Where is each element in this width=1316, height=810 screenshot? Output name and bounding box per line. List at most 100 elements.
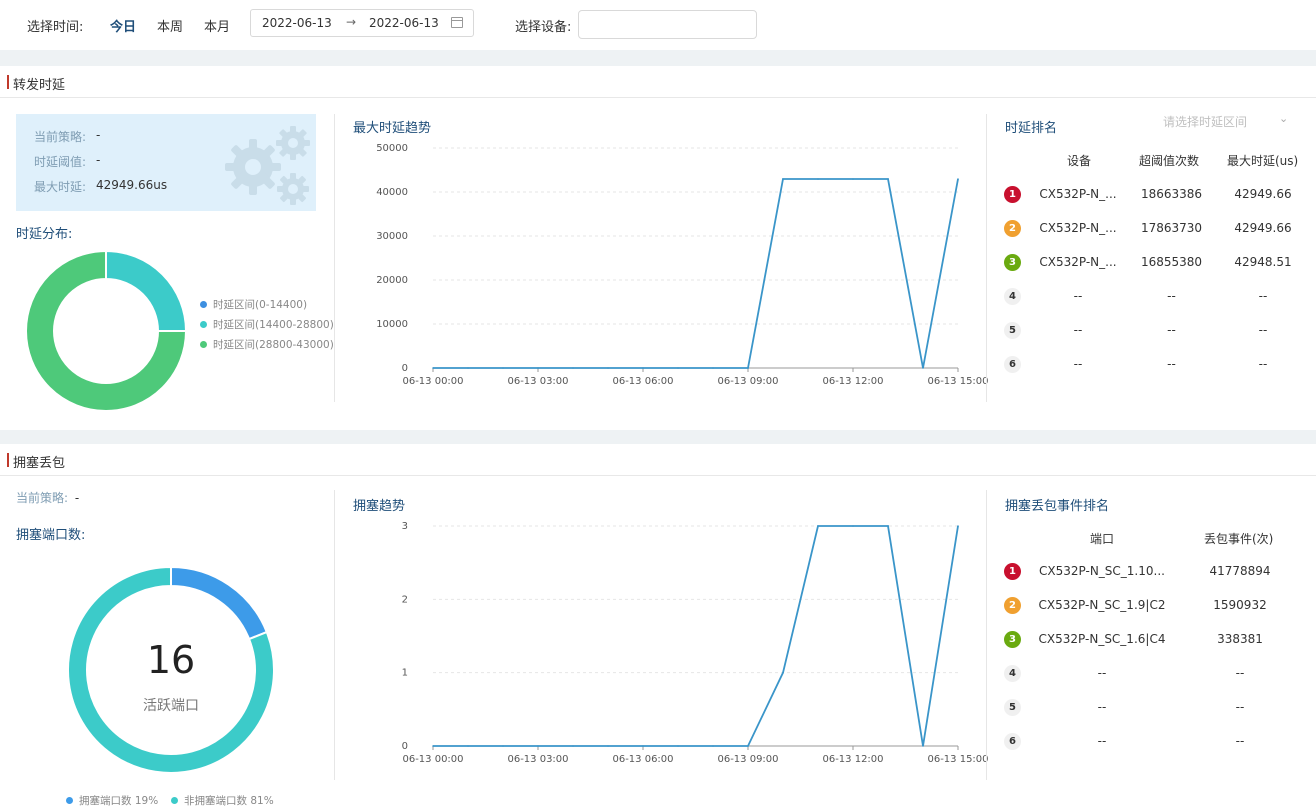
x-tick-label: 06-13 06:00 bbox=[612, 754, 673, 765]
rank-badge: 4 bbox=[1004, 665, 1021, 682]
data-point bbox=[922, 745, 924, 747]
y-tick-label: 1 bbox=[402, 668, 408, 679]
legend-label: 非拥塞端口数 81% bbox=[184, 795, 274, 807]
calendar-icon[interactable] bbox=[451, 17, 463, 28]
tab-week[interactable]: 本周 bbox=[157, 16, 183, 35]
legend-item[interactable]: 时延区间(28800-43000) bbox=[200, 337, 334, 352]
date-end[interactable]: 2022-06-13 bbox=[369, 16, 439, 30]
column-header: 最大时延(us) bbox=[1227, 154, 1299, 168]
congestion-section: 拥塞丢包 当前策略: - 拥塞端口数: 16 活跃端口 拥塞端口数 19% 非拥… bbox=[0, 444, 1316, 810]
device-select-input[interactable] bbox=[578, 10, 757, 39]
rank-max-cell: -- bbox=[1258, 357, 1268, 371]
legend-dot bbox=[200, 320, 207, 328]
rank-events-cell: -- bbox=[1235, 700, 1245, 714]
congestion-policy-row: 当前策略: - bbox=[16, 489, 79, 506]
rank-row[interactable]: 3 CX532P-N_... 16855380 42948.51 bbox=[986, 254, 1296, 288]
data-point bbox=[642, 367, 644, 369]
section-title: 拥塞丢包 bbox=[13, 456, 66, 471]
rank-row[interactable]: 3 CX532P-N_SC_1.6|C4 338381 bbox=[986, 631, 1296, 665]
legend-label: 时延区间(14400-28800) bbox=[213, 319, 334, 331]
congestion-trend-chart: 0 1 2 3 06-13 00:00 06-13 03:00 06-13 06:00 06-… bbox=[402, 521, 989, 765]
latency-ranking-title: 时延排名 bbox=[1005, 121, 1058, 136]
column-header: 设备 bbox=[1067, 154, 1092, 168]
rank-badge: 1 bbox=[1004, 563, 1021, 580]
legend-item[interactable]: 时延区间(0-14400) bbox=[200, 297, 307, 312]
congestion-trend-title: 拥塞趋势 bbox=[353, 499, 406, 514]
date-range-picker[interactable]: 2022-06-13 → 2022-06-13 bbox=[250, 9, 474, 37]
data-point bbox=[747, 745, 749, 747]
rank-row[interactable]: 4 -- -- -- bbox=[986, 288, 1296, 322]
data-point bbox=[432, 367, 434, 369]
gear-icon bbox=[225, 126, 310, 205]
latency-ranking-panel: 时延排名 请选择时延区间 ⌄ 设备 超阈值次数 最大时延(us) 1 CX532P… bbox=[986, 106, 1316, 406]
chevron-down-icon[interactable]: ⌄ bbox=[1279, 112, 1288, 125]
divider bbox=[334, 114, 335, 402]
rank-port-cell: -- bbox=[1097, 700, 1107, 714]
rank-row[interactable]: 4 -- -- bbox=[986, 665, 1296, 699]
series-line bbox=[433, 178, 959, 369]
legend-item[interactable]: 时延区间(14400-28800) bbox=[200, 317, 334, 332]
rank-events-cell: 41778894 bbox=[1209, 564, 1271, 578]
rank-max-cell: -- bbox=[1258, 323, 1268, 337]
data-point bbox=[502, 367, 504, 369]
section-gap bbox=[0, 50, 1316, 66]
rank-device-cell: -- bbox=[1073, 289, 1083, 303]
legend-item[interactable]: 拥塞端口数 19% bbox=[66, 793, 158, 808]
donut-slice bbox=[105, 249, 188, 332]
rank-device-cell: -- bbox=[1073, 323, 1083, 337]
congestion-policy-label: 当前策略: bbox=[16, 491, 69, 505]
latency-range-select[interactable]: 请选择时延区间 bbox=[1163, 113, 1247, 130]
legend-item[interactable]: 非拥塞端口数 81% bbox=[171, 793, 274, 808]
donut-slice bbox=[170, 565, 269, 641]
y-tick-label: 0 bbox=[402, 363, 408, 374]
filter-bar: 选择时间: 今日 本周 本月 2022-06-13 → 2022-06-13 选… bbox=[0, 0, 1316, 50]
active-ports-count: 16 bbox=[146, 638, 196, 682]
max-latency-trend-chart: 0 10000 20000 30000 40000 50000 06-13 00:00 06-… bbox=[376, 143, 988, 387]
max-latency-row: 最大时延: 42949.66us bbox=[34, 178, 167, 195]
section-accent-bar bbox=[7, 453, 9, 467]
x-tick-label: 06-13 12:00 bbox=[822, 754, 883, 765]
rank-row[interactable]: 1 CX532P-N_SC_1.10... 41778894 bbox=[986, 563, 1296, 597]
rank-row[interactable]: 1 CX532P-N_... 18663386 42949.66 bbox=[986, 186, 1296, 220]
x-tick-label: 06-13 00:00 bbox=[402, 376, 463, 387]
section-header: 拥塞丢包 bbox=[0, 444, 1316, 476]
y-tick-label: 3 bbox=[402, 521, 408, 532]
rank-badge: 4 bbox=[1004, 288, 1021, 305]
legend-label: 拥塞端口数 19% bbox=[79, 795, 159, 807]
rank-badge: 5 bbox=[1004, 699, 1021, 716]
rank-row[interactable]: 6 -- -- -- bbox=[986, 356, 1296, 390]
tab-month[interactable]: 本月 bbox=[204, 16, 230, 35]
date-start[interactable]: 2022-06-13 bbox=[262, 16, 332, 30]
rank-max-cell: 42948.51 bbox=[1234, 255, 1292, 269]
x-tick-label: 06-13 15:00 bbox=[927, 376, 988, 387]
data-point bbox=[712, 745, 714, 747]
data-point bbox=[957, 525, 959, 527]
rank-badge: 2 bbox=[1004, 220, 1021, 237]
data-point bbox=[572, 367, 574, 369]
device-label: 选择设备: bbox=[515, 20, 572, 35]
tab-today[interactable]: 今日 bbox=[110, 16, 136, 35]
data-point bbox=[817, 525, 819, 527]
data-point bbox=[502, 745, 504, 747]
y-tick-label: 50000 bbox=[376, 143, 408, 154]
rank-row[interactable]: 2 CX532P-N_SC_1.9|C2 1590932 bbox=[986, 597, 1296, 631]
rank-badge: 2 bbox=[1004, 597, 1021, 614]
column-header: 丢包事件(次) bbox=[1204, 532, 1274, 546]
section-accent-bar bbox=[7, 75, 9, 89]
data-point bbox=[607, 367, 609, 369]
legend-dot bbox=[66, 796, 73, 804]
data-point bbox=[782, 671, 784, 674]
section-gap bbox=[0, 430, 1316, 444]
x-tick-label: 06-13 09:00 bbox=[717, 754, 778, 765]
rank-row[interactable]: 6 -- -- bbox=[986, 733, 1296, 767]
policy-info-box: 当前策略: - 时延阈值: - 最大时延: 42949.66us bbox=[16, 114, 316, 211]
threshold-label: 时延阈值: bbox=[34, 155, 87, 169]
rank-row[interactable]: 2 CX532P-N_... 17863730 42949.66 bbox=[986, 220, 1296, 254]
rank-row[interactable]: 5 -- -- -- bbox=[986, 322, 1296, 356]
rank-port-cell: CX532P-N_SC_1.9|C2 bbox=[1038, 598, 1166, 612]
rank-row[interactable]: 5 -- -- bbox=[986, 699, 1296, 733]
data-point bbox=[817, 178, 819, 180]
policy-label: 当前策略: bbox=[34, 130, 87, 144]
legend-dot bbox=[200, 340, 207, 348]
congested-ports-title: 拥塞端口数: bbox=[16, 528, 86, 543]
